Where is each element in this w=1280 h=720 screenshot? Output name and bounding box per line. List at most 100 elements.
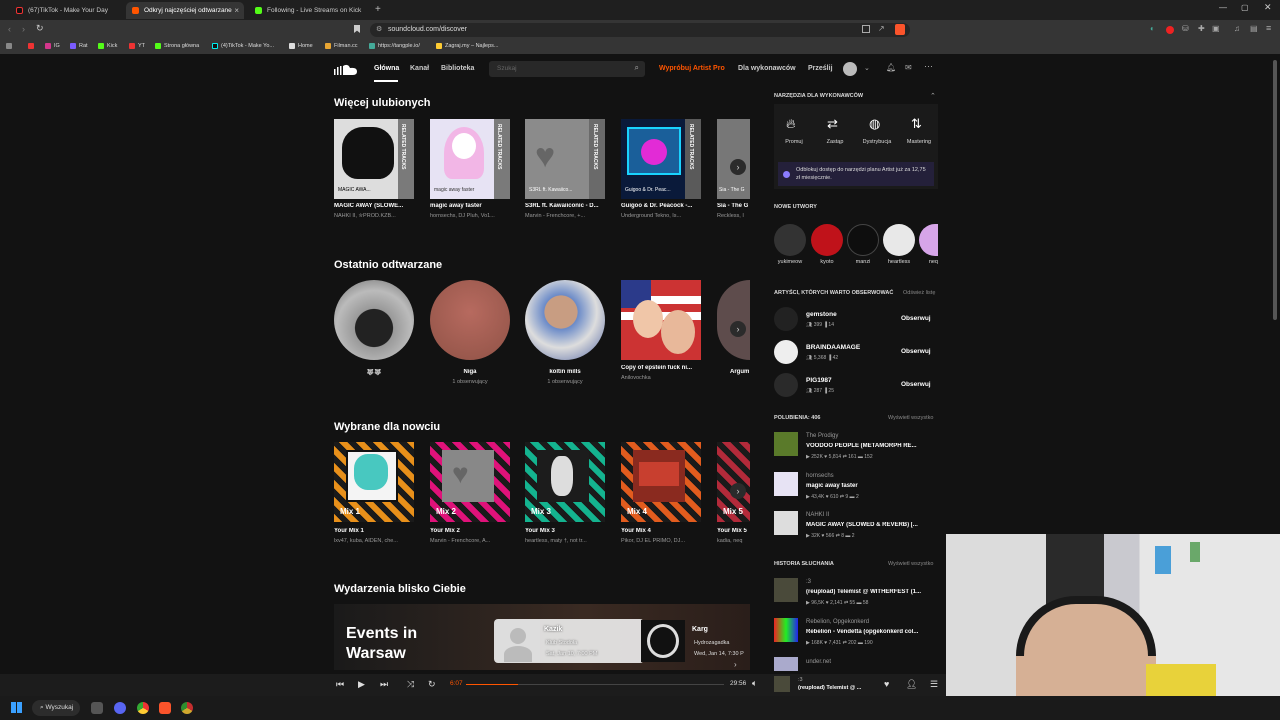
events-next-icon[interactable]: › [734,660,737,669]
nav-feed[interactable]: Kanał [410,65,429,72]
page-scrollbar[interactable] [1273,60,1277,320]
carousel-next-icon[interactable]: › [730,483,746,499]
track-artist[interactable]: :3 [806,579,811,585]
event-name[interactable]: Karg [692,626,708,633]
notifications-icon[interactable]: 🔔︎ [886,63,896,72]
new-track-avatar[interactable] [847,224,879,256]
track-artwork[interactable] [774,432,798,456]
card-subtitle[interactable]: Underground Tekno, Is... [621,213,706,219]
recent-avatar-argum[interactable] [717,280,750,360]
bookmark-yt-shortcut[interactable] [28,43,37,49]
card-title[interactable]: Your Mix 2 [430,528,515,534]
card-title[interactable]: MAGIC AWAY (SLOWE... [334,203,419,209]
card-title[interactable]: 🐺🐺 [334,369,414,376]
follow-button[interactable]: Obserwuj [901,315,931,322]
new-track-avatar[interactable] [883,224,915,256]
carousel-next-icon[interactable]: › [730,159,746,175]
record-extension-icon[interactable] [1166,26,1174,34]
card-title[interactable]: Guigoo & Dr. Peacock -... [621,203,706,209]
volume-icon[interactable]: 🔈︎ [752,678,757,689]
card-title[interactable]: Your Mix 3 [525,528,610,534]
card-subtitle[interactable]: Pikor, DJ EL PRIMO, DJ... [621,538,706,544]
card-subtitle[interactable]: Marvin - Frenchcore, A... [430,538,515,544]
replace-icon[interactable]: ⇄ [827,116,838,132]
new-tab-button[interactable]: + [375,4,381,15]
site-info-icon[interactable]: ⚙ [376,23,382,37]
mix-art-2[interactable]: ♥ Mix 2 [430,442,510,522]
bookmark-tangple[interactable]: https://tangple.io/ [369,43,420,49]
distribution-icon[interactable]: ◍ [869,116,880,132]
follow-name[interactable]: PIG1987 [806,377,832,384]
mastering-icon[interactable]: ⇅ [911,116,922,132]
tab-soundcloud[interactable]: Odkryj najczęściej odtwarzane u × [126,2,244,19]
recent-art-epstein[interactable] [621,280,701,360]
task-view-icon[interactable] [91,702,103,714]
bookmark-tiktok[interactable]: (4)TikTok - Make Yo... [212,43,274,49]
now-playing-artwork[interactable] [774,676,790,692]
extension-icon-2[interactable]: ⛁ [1182,24,1189,33]
track-artist[interactable]: The Prodigy [806,433,838,439]
track-title[interactable]: VOODOO PEOPLE (METAMORPH RE... [806,443,938,449]
card-subtitle[interactable]: Reckless, I [717,213,750,219]
follow-name[interactable]: gemstone [806,311,837,318]
shuffle-icon[interactable]: ⤨ [407,679,414,690]
nav-library[interactable]: Biblioteka [441,65,474,72]
like-icon[interactable]: ♥ [884,679,889,689]
discord-icon[interactable] [114,702,126,714]
bookmark-kick[interactable]: Kick [98,43,117,49]
taskbar-search[interactable]: ⌕ Wyszukaj [32,700,80,716]
card-title[interactable]: Sia - The G [717,203,750,209]
card-title[interactable]: Niga [430,369,510,375]
close-tab-icon[interactable]: × [234,6,239,15]
bookmark-strona[interactable]: Strona główna [155,43,199,49]
puzzle-icon[interactable]: ✚ [1198,24,1205,33]
likes-view-all-link[interactable]: Wyświetl wszystko [888,415,933,421]
recent-avatar-niga[interactable] [430,280,510,360]
track-artwork[interactable] [774,618,798,642]
card-subtitle[interactable]: hornsechs, DJ Pluh, Vo1... [430,213,515,219]
card-subtitle[interactable]: heartless, maty †, not tr... [525,538,610,544]
close-window-button[interactable]: ✕ [1264,2,1272,13]
mix-art-3[interactable]: Mix 3 [525,442,605,522]
back-icon[interactable]: ‹ [8,24,11,34]
card-title[interactable]: Copy of epstein fuck ni... [621,365,703,371]
forward-icon[interactable]: › [22,24,25,34]
mix-art-5[interactable]: Mix 5 [717,442,750,522]
tab-tiktok[interactable]: (67)TikTok - Make Your Day [10,2,125,19]
card-subtitle[interactable]: kadia, neq [717,538,750,544]
media-icon[interactable]: ♫ [1234,24,1240,33]
card-subtitle[interactable]: Marvin - Frenchcore, +... [525,213,610,219]
new-track-artist[interactable]: kyoto [811,259,843,265]
new-track-artist[interactable]: heartless [883,259,915,265]
now-playing-artist[interactable]: :3 [798,677,803,683]
collapse-icon[interactable]: ⌃ [930,92,936,100]
new-track-avatar[interactable] [919,224,938,256]
card-title[interactable]: Your Mix 4 [621,528,706,534]
history-view-all-link[interactable]: Wyświetl wszystko [888,561,933,567]
track-artwork[interactable] [774,578,798,602]
track-artwork[interactable] [774,657,798,671]
track-artwork[interactable] [774,511,798,535]
search-input[interactable]: Szukaj ⌕ [489,61,645,77]
card-title[interactable]: koltin mills [525,369,605,375]
track-title[interactable]: (reupload) Telemist @ WITHERFEST (1... [806,589,946,595]
share-icon[interactable]: ↗ [878,24,885,33]
reload-icon[interactable]: ↻ [36,23,44,34]
chrome-profile-icon[interactable] [181,702,193,714]
new-track-avatar[interactable] [774,224,806,256]
card-subtitle[interactable]: lxv47, kuba, AIDEN, che... [334,538,419,544]
new-track-avatar[interactable] [811,224,843,256]
bookmark-filman[interactable]: Filman.cc [325,43,358,49]
avatar[interactable] [843,62,857,76]
follow-avatar[interactable] [774,340,798,364]
track-title[interactable]: magic away faster [806,483,938,489]
minimize-button[interactable]: — [1219,3,1227,12]
menu-icon[interactable]: ≡ [1266,23,1271,33]
brave-icon[interactable] [159,702,171,714]
sidebar-icon[interactable]: ▣ [1212,24,1220,33]
refresh-list-link[interactable]: Odśwież listę [903,290,935,296]
soundcloud-logo-icon[interactable] [334,64,358,75]
artist-pro-link[interactable]: Wypróbuj Artist Pro [659,65,725,72]
messages-icon[interactable]: ✉ [905,63,912,72]
card-subtitle[interactable]: NAHKI II, ✮PROD.KZB... [334,213,419,219]
